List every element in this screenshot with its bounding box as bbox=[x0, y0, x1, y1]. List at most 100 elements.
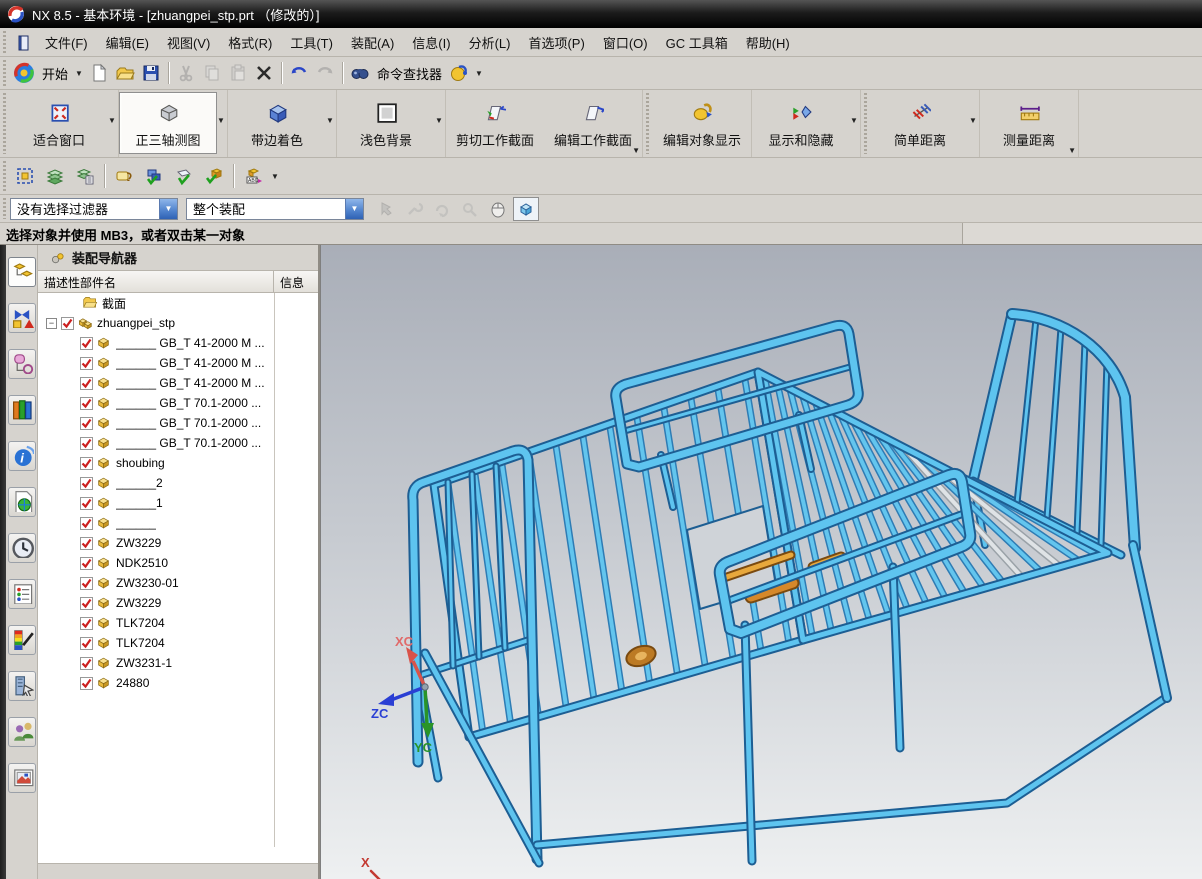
tree-item-10[interactable]: ______1 bbox=[38, 493, 318, 513]
shaded-cube-button[interactable] bbox=[513, 196, 539, 221]
tree-checkbox[interactable] bbox=[80, 616, 93, 630]
cube-check-button[interactable] bbox=[199, 161, 229, 191]
tree-item-18[interactable]: ZW3231-1 bbox=[38, 653, 318, 673]
tree-checkbox[interactable] bbox=[80, 496, 93, 510]
dropdown-arrow[interactable]: ▼ bbox=[326, 116, 336, 125]
sketch-check-button[interactable] bbox=[169, 161, 199, 191]
tree-item-8[interactable]: shoubing bbox=[38, 453, 318, 473]
viewport-canvas[interactable]: XC ZC YC X bbox=[321, 245, 1202, 879]
constraint-navigator-tab[interactable] bbox=[8, 303, 36, 333]
reuse-library-tab[interactable] bbox=[8, 395, 36, 425]
menu-item-8[interactable]: 首选项(P) bbox=[519, 29, 593, 56]
view-button-编辑对象显示[interactable]: 编辑对象显示 bbox=[653, 92, 751, 154]
layers-button[interactable] bbox=[40, 161, 70, 191]
history-palette-tab[interactable] bbox=[8, 487, 36, 517]
combo-dropdown-arrow[interactable]: ▼ bbox=[159, 198, 177, 219]
assembly-navigator-tab[interactable] bbox=[8, 257, 36, 287]
tree-item-14[interactable]: ZW3230-01 bbox=[38, 573, 318, 593]
tree-item-2[interactable]: ______ GB_T 41-2000 M ... bbox=[38, 333, 318, 353]
tree-checkbox[interactable] bbox=[80, 676, 93, 690]
dropdown-arrow[interactable]: ▼ bbox=[268, 172, 282, 181]
view-button-简单距离[interactable]: 简单距离 bbox=[871, 92, 969, 154]
column-header-name[interactable]: 描述性部件名 bbox=[38, 271, 274, 292]
dropdown-arrow[interactable]: ▼ bbox=[108, 116, 118, 125]
tree-checkbox[interactable] bbox=[80, 536, 93, 550]
save-button[interactable] bbox=[138, 60, 164, 86]
process-studio-tab[interactable] bbox=[8, 579, 36, 609]
tree-checkbox[interactable] bbox=[80, 456, 93, 470]
new-button[interactable] bbox=[86, 60, 112, 86]
mouse-mode-button[interactable] bbox=[485, 197, 511, 221]
tree-checkbox[interactable] bbox=[80, 576, 93, 590]
system-scene-tab[interactable] bbox=[8, 671, 36, 701]
tree-checkbox[interactable] bbox=[80, 656, 93, 670]
abc-label-button[interactable]: ABC bbox=[238, 161, 268, 191]
menu-item-2[interactable]: 视图(V) bbox=[158, 29, 219, 56]
dropdown-arrow[interactable]: ▼ bbox=[850, 116, 860, 125]
tree-checkbox[interactable] bbox=[80, 336, 93, 350]
tree-item-3[interactable]: ______ GB_T 41-2000 M ... bbox=[38, 353, 318, 373]
start-dropdown-arrow[interactable]: ▼ bbox=[72, 69, 86, 78]
tree-item-4[interactable]: ______ GB_T 41-2000 M ... bbox=[38, 373, 318, 393]
selection-scope-combo[interactable]: 整个装配 ▼ bbox=[186, 197, 364, 220]
help-dropdown-arrow[interactable]: ▼ bbox=[472, 69, 486, 78]
windows-tab[interactable] bbox=[8, 763, 36, 793]
tree-checkbox[interactable] bbox=[80, 556, 93, 570]
part-navigator-tab[interactable] bbox=[8, 349, 36, 379]
tree-checkbox[interactable] bbox=[80, 356, 93, 370]
menu-item-0[interactable]: 文件(F) bbox=[36, 29, 97, 56]
toolbar-grip[interactable] bbox=[1, 93, 8, 154]
materials-tab[interactable] bbox=[8, 625, 36, 655]
tree-item-19[interactable]: 24880 bbox=[38, 673, 318, 693]
tree-item-5[interactable]: ______ GB_T 70.1-2000 ... bbox=[38, 393, 318, 413]
dropdown-arrow[interactable]: ▼ bbox=[217, 116, 227, 125]
column-header-info[interactable]: 信息 bbox=[274, 271, 318, 292]
combo-dropdown-arrow[interactable]: ▼ bbox=[345, 198, 363, 219]
tree-checkbox[interactable] bbox=[80, 396, 93, 410]
view-button-带边着色[interactable]: 带边着色 bbox=[228, 92, 326, 154]
help-icon[interactable] bbox=[446, 60, 472, 86]
command-finder-button[interactable]: 命令查找器 bbox=[373, 64, 446, 83]
tree-checkbox[interactable] bbox=[80, 516, 93, 530]
tree-expander[interactable]: − bbox=[46, 317, 57, 329]
toolbar-grip[interactable] bbox=[1, 198, 8, 219]
view-button-正三轴测图[interactable]: 正三轴测图 bbox=[119, 92, 217, 154]
tree-checkbox[interactable] bbox=[80, 376, 93, 390]
tree-checkbox[interactable] bbox=[61, 316, 74, 330]
view-button-浅色背景[interactable]: 浅色背景 bbox=[337, 92, 435, 154]
tree-checkbox[interactable] bbox=[80, 476, 93, 490]
internet-explorer-tab[interactable]: i bbox=[8, 441, 36, 471]
view-button-测量距离[interactable]: 测量距离 bbox=[980, 92, 1078, 154]
toolbar-grip[interactable] bbox=[1, 31, 8, 53]
roles-tab[interactable] bbox=[8, 717, 36, 747]
menu-item-6[interactable]: 信息(I) bbox=[403, 29, 459, 56]
graphics-viewport[interactable]: XC ZC YC X bbox=[320, 245, 1202, 879]
marquee-select-button[interactable] bbox=[10, 161, 40, 191]
start-button[interactable]: 开始 bbox=[38, 64, 72, 83]
menu-item-3[interactable]: 格式(R) bbox=[219, 29, 281, 56]
toolbar-overflow-arrow[interactable]: ▼ bbox=[632, 146, 640, 155]
assembly-check-button[interactable] bbox=[139, 161, 169, 191]
delete-button[interactable] bbox=[251, 60, 277, 86]
tree-checkbox[interactable] bbox=[80, 596, 93, 610]
tree-item-15[interactable]: ZW3229 bbox=[38, 593, 318, 613]
menu-item-10[interactable]: GC 工具箱 bbox=[657, 29, 737, 56]
toolbar-grip[interactable] bbox=[862, 93, 869, 154]
tree-item-1[interactable]: − zhuangpei_stp bbox=[38, 313, 318, 333]
layer-settings-button[interactable] bbox=[70, 161, 100, 191]
menu-item-9[interactable]: 窗口(O) bbox=[594, 29, 657, 56]
tree-item-13[interactable]: NDK2510 bbox=[38, 553, 318, 573]
tree-checkbox[interactable] bbox=[80, 416, 93, 430]
toolbar-grip[interactable] bbox=[1, 60, 8, 86]
menu-item-4[interactable]: 工具(T) bbox=[281, 29, 342, 56]
history-tab[interactable] bbox=[8, 533, 36, 563]
tree-item-17[interactable]: TLK7204 bbox=[38, 633, 318, 653]
menu-item-5[interactable]: 装配(A) bbox=[342, 29, 403, 56]
undo-button[interactable] bbox=[286, 60, 312, 86]
menu-item-7[interactable]: 分析(L) bbox=[460, 29, 520, 56]
tree-item-16[interactable]: TLK7204 bbox=[38, 613, 318, 633]
dropdown-arrow[interactable]: ▼ bbox=[435, 116, 445, 125]
tree-item-9[interactable]: ______2 bbox=[38, 473, 318, 493]
tree-item-7[interactable]: ______ GB_T 70.1-2000 ... bbox=[38, 433, 318, 453]
menu-item-11[interactable]: 帮助(H) bbox=[737, 29, 799, 56]
